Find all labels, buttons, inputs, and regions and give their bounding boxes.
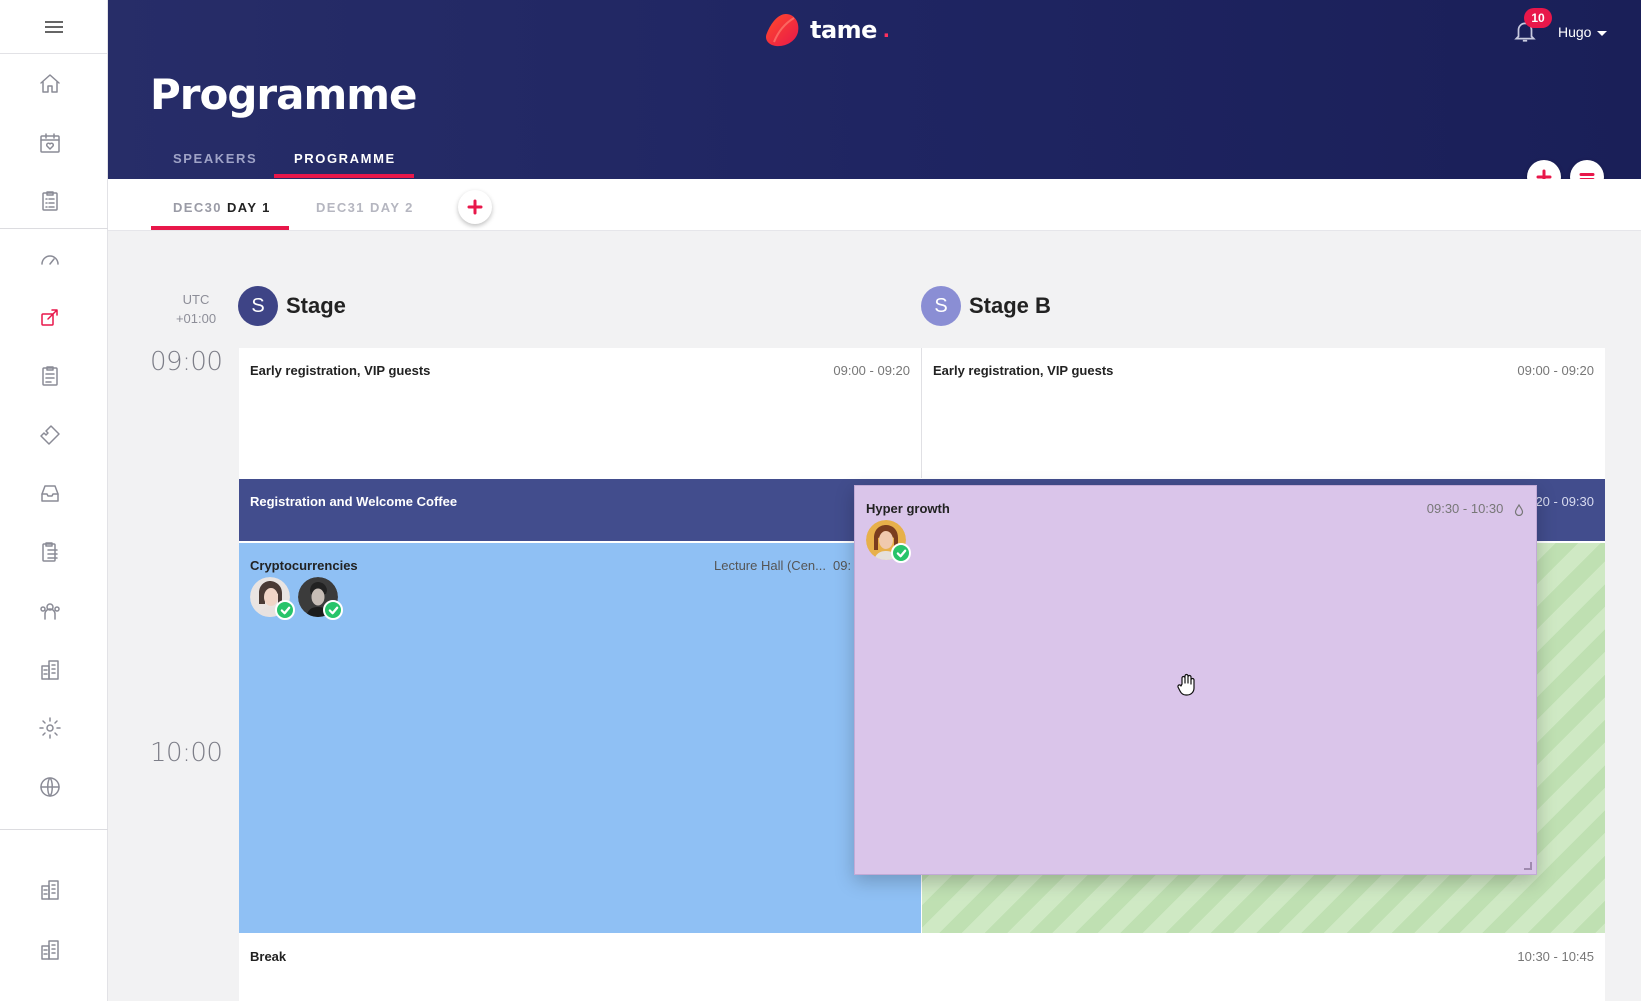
session-title: Registration and Welcome Coffee — [250, 494, 458, 509]
sidebar-item-web[interactable] — [34, 771, 66, 803]
checklist-icon — [42, 191, 58, 211]
time-label: 10:00 — [150, 738, 223, 768]
sidebar-item-inbox[interactable] — [34, 477, 66, 509]
timezone-label: UTC +01:00 — [160, 290, 232, 328]
tame-logo-icon — [766, 14, 799, 47]
chevron-down-icon — [1597, 30, 1608, 36]
active-tab-indicator — [274, 174, 414, 178]
sidebar-item-venue-a[interactable] — [34, 874, 66, 906]
speaker-avatar[interactable] — [298, 577, 343, 620]
stage-name: Stage — [286, 293, 346, 318]
gauge-icon — [41, 255, 59, 265]
confirmed-check-icon — [275, 600, 295, 620]
session-card[interactable]: Early registration, VIP guests 09:00 - 0… — [922, 348, 1605, 478]
building-icon — [41, 940, 59, 960]
settings-icon — [39, 717, 61, 739]
grab-hand-icon — [1177, 673, 1195, 696]
session-location: Lecture Hall (Cen... — [714, 558, 826, 573]
people-icon — [40, 603, 60, 620]
resize-handle[interactable] — [1524, 862, 1532, 870]
sidebar-item-checklist[interactable] — [34, 185, 66, 217]
sidebar-item-tasks[interactable] — [34, 536, 66, 568]
tab-programme[interactable]: PROGRAMME — [294, 151, 396, 166]
speaker-avatar[interactable] — [250, 577, 295, 620]
tab-day-2[interactable]: DEC31 DAY 2 — [316, 200, 414, 215]
timezone-name: UTC — [182, 292, 210, 307]
drop-icon — [1514, 503, 1524, 516]
building-icon — [41, 880, 59, 900]
stage-name: Stage B — [969, 293, 1051, 318]
calendar-heart-icon — [40, 133, 60, 153]
session-time: 20 - 09:30 — [1535, 494, 1594, 509]
plus-icon — [467, 199, 483, 215]
globe-icon — [40, 777, 60, 797]
sidebar-item-programme[interactable] — [34, 301, 66, 333]
brand-logo[interactable]: tame. — [764, 12, 890, 48]
page-header: tame. 10 Hugo Programme SPEAKERS PROGRAM… — [108, 0, 1641, 179]
day-name: DAY 2 — [369, 200, 414, 215]
sidebar-item-home[interactable] — [34, 68, 66, 100]
sidebar-item-dashboard[interactable] — [34, 243, 66, 275]
speaker-avatar[interactable] — [866, 520, 911, 563]
user-menu[interactable]: Hugo — [1558, 24, 1608, 40]
session-time: 09:00 - 09:20 — [1517, 363, 1594, 378]
time-label: 09:00 — [150, 347, 223, 377]
sidebar-item-tickets[interactable] — [34, 419, 66, 451]
hamburger-icon — [45, 20, 63, 33]
session-title: Early registration, VIP guests — [933, 363, 1114, 378]
day-tabs-bar: DEC30 DAY 1 DEC31 DAY 2 — [108, 179, 1641, 231]
confirmed-check-icon — [323, 600, 343, 620]
session-time: 10:30 - 10:45 — [1517, 949, 1594, 964]
home-icon — [40, 74, 60, 93]
sidebar-item-venue-b[interactable] — [34, 934, 66, 966]
ticket-icon — [40, 425, 60, 445]
session-time: 09: — [833, 558, 852, 573]
stage-header[interactable]: S Stage B — [921, 286, 1051, 326]
tab-speakers[interactable]: SPEAKERS — [173, 151, 257, 166]
session-title: Break — [250, 949, 287, 964]
menu-button[interactable] — [0, 0, 108, 54]
confirmed-check-icon — [891, 543, 911, 563]
session-title: Cryptocurrencies — [250, 558, 358, 573]
session-card[interactable]: Break 10:30 - 10:45 — [239, 934, 1605, 1001]
clipboard-list-icon — [42, 366, 58, 386]
session-time: 09:00 - 09:20 — [833, 363, 910, 378]
brand-dot: . — [882, 16, 890, 43]
clipboard-icon — [42, 542, 58, 562]
stage-avatar: S — [921, 286, 961, 326]
add-day-button[interactable] — [458, 190, 492, 224]
session-card[interactable]: Cryptocurrencies Lecture Hall (Cen... 09… — [239, 543, 921, 933]
building-icon — [41, 660, 59, 680]
day-date: DEC30 — [173, 200, 222, 215]
active-day-indicator — [151, 226, 289, 230]
sidebar-item-events[interactable] — [34, 127, 66, 159]
session-time: 09:30 - 10:30 — [1426, 501, 1504, 516]
stage-header[interactable]: S Stage — [238, 286, 346, 326]
sidebar-item-forms[interactable] — [34, 360, 66, 392]
session-time-wrap: 09:30 - 10:30 — [1427, 501, 1525, 516]
user-name: Hugo — [1558, 24, 1592, 40]
sidebar-item-settings[interactable] — [34, 712, 66, 744]
sidebar-item-venues[interactable] — [34, 654, 66, 686]
session-title: Hyper growth — [866, 501, 950, 516]
timezone-offset: +01:00 — [175, 311, 217, 326]
inbox-icon — [41, 485, 59, 502]
day-name: DAY 1 — [226, 200, 271, 215]
tab-day-1[interactable]: DEC30 DAY 1 — [173, 200, 271, 215]
page-title: Programme — [150, 70, 417, 119]
share-icon — [41, 309, 58, 326]
session-title: Early registration, VIP guests — [250, 363, 431, 378]
session-card[interactable]: Early registration, VIP guests 09:00 - 0… — [239, 348, 921, 478]
day-date: DEC31 — [316, 200, 365, 215]
brand-name: tame — [810, 16, 877, 44]
sidebar — [0, 0, 108, 1001]
sidebar-item-people[interactable] — [34, 595, 66, 627]
notification-count-badge: 10 — [1524, 8, 1552, 28]
stage-avatar: S — [238, 286, 278, 326]
